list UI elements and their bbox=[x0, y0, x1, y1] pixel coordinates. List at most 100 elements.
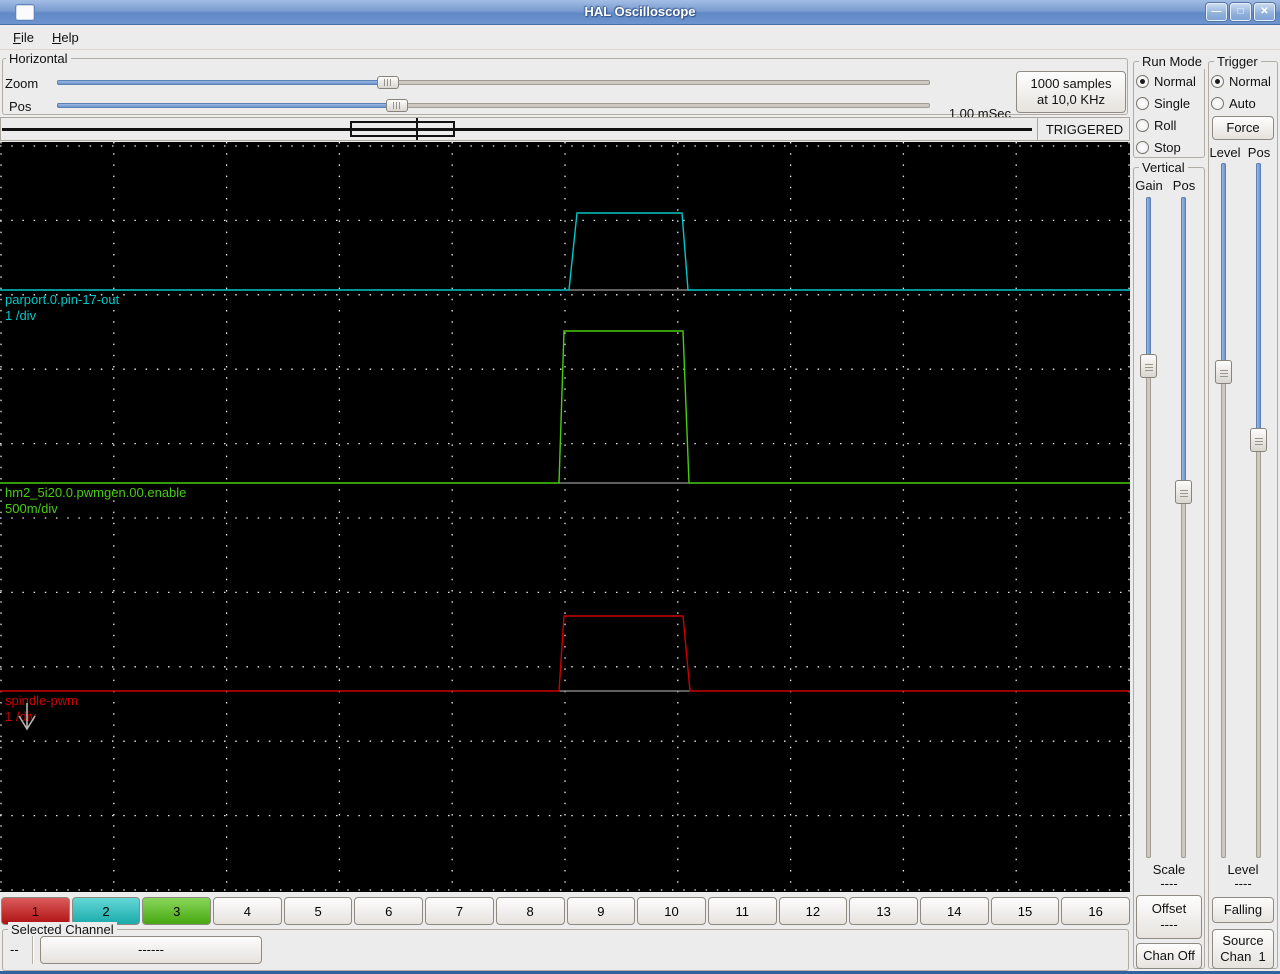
scale-readout: Scale ---- bbox=[1133, 863, 1205, 891]
level-label: Level bbox=[1209, 145, 1241, 160]
record-extent-line bbox=[2, 128, 1032, 131]
close-button[interactable]: ✕ bbox=[1254, 3, 1275, 21]
horizontal-section: Horizontal Zoom Pos 1,00 mSec per div 10… bbox=[0, 50, 1131, 169]
slider-fill bbox=[1146, 197, 1151, 366]
channel-button-16[interactable]: 16 bbox=[1061, 897, 1130, 925]
channel-button-2[interactable]: 2 bbox=[71, 897, 141, 925]
trigger-pos-label: Pos bbox=[1247, 145, 1271, 160]
radio-icon bbox=[1136, 96, 1149, 110]
slider-fill bbox=[1181, 197, 1186, 492]
selected-channel-button[interactable]: ------ bbox=[40, 936, 262, 964]
source-value: Chan 1 bbox=[1220, 949, 1266, 964]
channel-button-10[interactable]: 10 bbox=[637, 897, 706, 925]
channel-button-3[interactable]: 3 bbox=[142, 897, 212, 925]
slider-fill bbox=[1221, 163, 1226, 372]
right-panel: Run Mode Normal Single Roll Stop Vertical G… bbox=[1131, 50, 1280, 971]
selected-channel-group: Selected Channel -- ------ bbox=[2, 922, 1129, 971]
slider-fill bbox=[1256, 163, 1261, 440]
titlebar[interactable]: HAL Oscilloscope — □ ✕ bbox=[0, 0, 1280, 25]
menu-file[interactable]: File bbox=[4, 27, 43, 48]
level-readout: Level ---- bbox=[1208, 863, 1278, 891]
level-readout-label: Level bbox=[1227, 862, 1259, 877]
radio-icon bbox=[1211, 96, 1224, 110]
slider-fill bbox=[57, 80, 388, 85]
radio-label: Roll bbox=[1154, 117, 1177, 133]
window-title: HAL Oscilloscope bbox=[584, 4, 696, 19]
channel-button-11[interactable]: 11 bbox=[707, 897, 777, 925]
gain-label: Gain bbox=[1135, 178, 1163, 193]
trigger-pos-slider[interactable] bbox=[1250, 163, 1267, 858]
scale-label: Scale bbox=[1152, 862, 1186, 877]
channel-button-5[interactable]: 5 bbox=[283, 897, 353, 925]
channel-button-12[interactable]: 12 bbox=[778, 897, 848, 925]
radio-label: Auto bbox=[1229, 95, 1256, 111]
radio-label: Normal bbox=[1229, 73, 1271, 89]
channel-button-row: 1 2 3 4 5 6 7 8 9 10 11 12 13 14 15 16 bbox=[0, 897, 1131, 925]
force-button[interactable]: Force bbox=[1212, 116, 1274, 140]
slider-handle[interactable] bbox=[1175, 480, 1192, 504]
scope-canvas[interactable]: parport.0.pin-17-out1 /div hm2_5i20.0.pwm… bbox=[0, 142, 1130, 892]
menu-help[interactable]: Help bbox=[43, 27, 88, 48]
scope-display[interactable]: parport.0.pin-17-out 1 /div hm2_5i20.0.pwm… bbox=[0, 142, 1130, 892]
radio-run-stop[interactable]: Stop bbox=[1136, 136, 1204, 158]
channel-button-15[interactable]: 15 bbox=[990, 897, 1060, 925]
selected-channel-status: -- bbox=[10, 942, 19, 957]
horizontal-zoom-slider[interactable] bbox=[57, 75, 930, 90]
gain-slider[interactable] bbox=[1140, 197, 1157, 858]
horizontal-pos-slider[interactable] bbox=[57, 98, 930, 113]
slider-handle[interactable] bbox=[1140, 354, 1157, 378]
channel-button-4[interactable]: 4 bbox=[213, 897, 282, 925]
scope-grid bbox=[0, 142, 1130, 892]
slider-handle[interactable] bbox=[377, 76, 399, 89]
samples-button[interactable]: 1000 samples at 10,0 KHz bbox=[1016, 71, 1126, 113]
offset-label: Offset bbox=[1151, 901, 1187, 916]
level-readout-value: ---- bbox=[1234, 876, 1252, 891]
triggered-status: TRIGGERED bbox=[1037, 118, 1131, 140]
horizontal-group-label: Horizontal bbox=[6, 51, 71, 66]
trigger-position-bar[interactable]: TRIGGERED bbox=[0, 117, 1130, 141]
radio-icon bbox=[1136, 140, 1149, 154]
window-controls: — □ ✕ bbox=[1206, 3, 1275, 21]
channel-button-8[interactable]: 8 bbox=[495, 897, 565, 925]
channel-button-6[interactable]: 6 bbox=[354, 897, 424, 925]
radio-run-roll[interactable]: Roll bbox=[1136, 114, 1204, 136]
channel-button-9[interactable]: 9 bbox=[566, 897, 636, 925]
minimize-button[interactable]: — bbox=[1206, 3, 1227, 21]
maximize-button[interactable]: □ bbox=[1230, 3, 1251, 21]
slider-handle[interactable] bbox=[1250, 428, 1267, 452]
pos-label: Pos bbox=[9, 99, 32, 114]
radio-run-single[interactable]: Single bbox=[1136, 92, 1204, 114]
app-window: { "window": { "title": "HAL Oscilloscope… bbox=[0, 0, 1280, 974]
radio-icon bbox=[1136, 118, 1149, 132]
channel-button-14[interactable]: 14 bbox=[919, 897, 989, 925]
source-label: Source bbox=[1222, 933, 1264, 948]
vertical-pos-slider[interactable] bbox=[1175, 197, 1192, 858]
trigger-group-label: Trigger bbox=[1214, 54, 1261, 69]
falling-button[interactable]: Falling bbox=[1212, 897, 1274, 923]
channel-button-1[interactable]: 1 bbox=[1, 897, 70, 925]
channel-2-scale-label: 500m/div bbox=[5, 501, 58, 516]
radio-run-normal[interactable]: Normal bbox=[1136, 70, 1204, 92]
level-slider[interactable] bbox=[1215, 163, 1232, 858]
view-window-box[interactable] bbox=[350, 121, 455, 137]
radio-trigger-auto[interactable]: Auto bbox=[1211, 92, 1277, 114]
radio-label: Single bbox=[1154, 95, 1191, 111]
channel-button-13[interactable]: 13 bbox=[849, 897, 918, 925]
chan-off-button[interactable]: Chan Off bbox=[1136, 943, 1202, 969]
source-button[interactable]: Source Chan 1 bbox=[1212, 929, 1274, 969]
channel-1-scale-label: 1 /div bbox=[5, 308, 37, 323]
scale-value: ---- bbox=[1160, 876, 1178, 891]
vertical-group-label: Vertical bbox=[1139, 160, 1188, 175]
vertical-pos-label: Pos bbox=[1172, 178, 1196, 193]
slider-handle[interactable] bbox=[386, 99, 408, 112]
samples-line1: 1000 samples bbox=[1030, 76, 1112, 91]
channel-button-7[interactable]: 7 bbox=[425, 897, 494, 925]
slider-handle[interactable] bbox=[1215, 360, 1232, 384]
offset-button[interactable]: Offset ---- bbox=[1136, 895, 1202, 939]
trigger-position-marker[interactable] bbox=[416, 118, 418, 140]
menubar: File Help bbox=[0, 25, 1280, 50]
radio-trigger-normal[interactable]: Normal bbox=[1211, 70, 1277, 92]
channel-2-name-label: hm2_5i20.0.pwmgen.00.enable bbox=[5, 485, 186, 500]
zoom-label: Zoom bbox=[5, 76, 39, 91]
radio-icon bbox=[1211, 74, 1224, 88]
